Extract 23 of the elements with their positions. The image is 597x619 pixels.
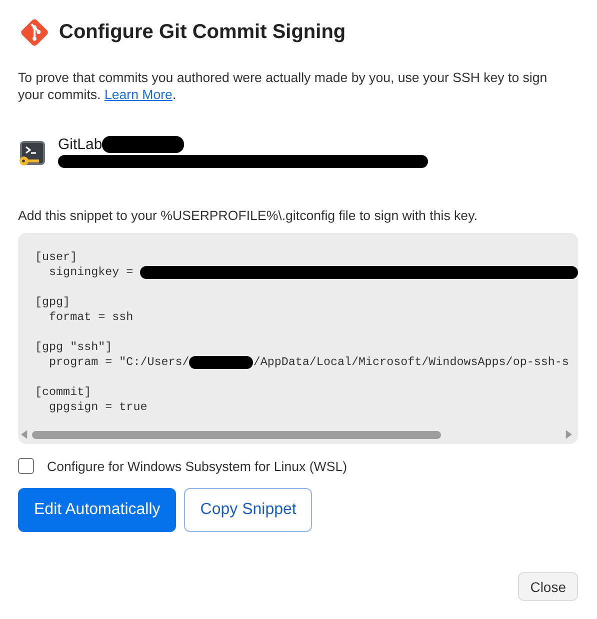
checkbox-label: Configure for Windows Subsystem for Linux (WSL) bbox=[47, 458, 348, 474]
terminal-key-icon bbox=[18, 140, 46, 168]
code-line: [user] bbox=[35, 250, 78, 265]
code-line: [commit] bbox=[35, 385, 92, 400]
dialog-title: Configure Git Commit Signing bbox=[59, 21, 346, 44]
key-name: GitLab bbox=[58, 136, 102, 153]
code-line: [gpg "ssh"] bbox=[35, 340, 112, 355]
code-line: signingkey = bbox=[48, 265, 134, 280]
secondary-button[interactable]: Copy Snippet bbox=[184, 488, 312, 532]
code-line: program = "C:/Users/ bbox=[48, 355, 190, 370]
code-line: [gpg] bbox=[35, 295, 70, 310]
intro-text: To prove that commits you authored were actually made by you, use your SSH key to sign your commits. Learn More. bbox=[18, 69, 548, 103]
scroll-right-icon[interactable] bbox=[565, 430, 572, 439]
primary-button[interactable]: Edit Automatically bbox=[18, 488, 176, 532]
wsl-checkbox[interactable] bbox=[18, 458, 34, 474]
instruction-text: Add this snippet to your %USERPROFILE%\.gitconfig file to sign with this key. bbox=[18, 208, 478, 223]
close-button[interactable]: Close bbox=[518, 572, 578, 601]
learn-more-link[interactable]: Learn More bbox=[104, 87, 172, 102]
code-line: gpgsign = true bbox=[48, 400, 148, 415]
code-line: /AppData/Local/Microsoft/WindowsApps/op-ssh-s bbox=[253, 355, 569, 370]
scrollbar-thumb[interactable] bbox=[32, 430, 441, 438]
code-line: format = ssh bbox=[48, 310, 134, 325]
scroll-left-icon[interactable] bbox=[21, 430, 28, 439]
